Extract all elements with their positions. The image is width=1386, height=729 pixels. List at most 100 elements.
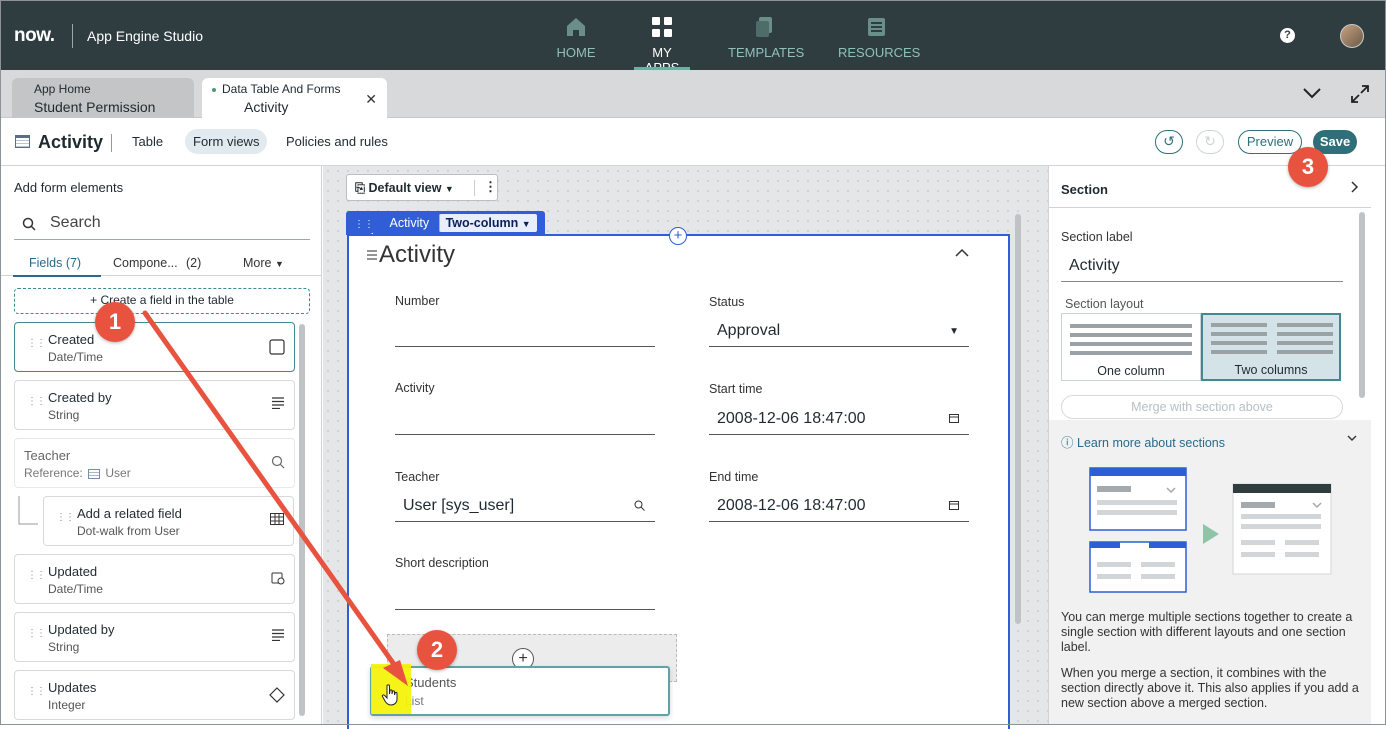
merge-section-button[interactable]: Merge with section above bbox=[1061, 395, 1343, 419]
drag-handle-icon[interactable]: ⋮⋮ bbox=[56, 513, 75, 523]
section-label-input[interactable]: Activity bbox=[1061, 252, 1343, 282]
number-field[interactable] bbox=[395, 315, 655, 347]
tab-table[interactable]: Table bbox=[124, 129, 171, 154]
field-type: Reference: User bbox=[24, 466, 131, 480]
tab-components-count: (2) bbox=[186, 256, 202, 270]
avatar[interactable] bbox=[1340, 24, 1364, 48]
caret-down-icon: ▼ bbox=[444, 184, 454, 194]
checkbox-icon bbox=[269, 339, 285, 355]
status-select[interactable]: Approval ▼ bbox=[709, 315, 969, 347]
field-label-teacher: Teacher bbox=[395, 470, 440, 484]
end-time-value: 2008-12-06 18:47:00 bbox=[717, 497, 866, 514]
now-logo[interactable]: now. bbox=[14, 25, 55, 47]
view-dropdown[interactable]: ⎘ Default view ▼ ⋮ bbox=[346, 174, 498, 201]
tab-policies-rules[interactable]: Policies and rules bbox=[278, 129, 396, 154]
start-time-field[interactable]: 2008-12-06 18:47:00 bbox=[709, 403, 969, 435]
tab-subtitle: Activity bbox=[244, 99, 289, 115]
learn-more-link[interactable]: ⓘ Learn more about sections bbox=[1061, 432, 1225, 451]
search-icon bbox=[271, 455, 285, 469]
divider bbox=[474, 180, 475, 196]
field-type: Integer bbox=[48, 698, 86, 712]
scrollbar[interactable] bbox=[1359, 212, 1365, 398]
tab-more[interactable]: More ▼ bbox=[243, 256, 284, 270]
dragged-field-card[interactable]: Students List bbox=[370, 666, 670, 716]
section-label-caption: Section label bbox=[1061, 230, 1133, 244]
tab-data-table-forms[interactable]: Data Table And Forms Activity ✕ bbox=[202, 78, 387, 118]
preview-button[interactable]: Preview bbox=[1238, 130, 1302, 154]
section-tag[interactable]: ⋮⋮ Activity Two-column ▼ ⋮ bbox=[346, 211, 545, 245]
field-card-teacher[interactable]: Teacher Reference: User bbox=[14, 438, 295, 488]
layout-option-label: Two columns bbox=[1234, 363, 1308, 377]
field-card-created[interactable]: ⋮⋮ Created Date/Time bbox=[14, 322, 295, 372]
close-icon[interactable]: ✕ bbox=[365, 91, 377, 108]
logo-divider bbox=[72, 24, 73, 48]
tab-fields[interactable]: Fields (7) bbox=[12, 256, 102, 277]
layout-bar bbox=[1211, 350, 1267, 354]
field-label-number: Number bbox=[395, 294, 440, 308]
chevron-down-icon[interactable] bbox=[1302, 86, 1322, 100]
activity-field[interactable] bbox=[395, 403, 655, 435]
drag-lines-icon[interactable] bbox=[367, 250, 377, 260]
search-input[interactable]: Search bbox=[14, 206, 310, 240]
add-section-plus-icon[interactable]: + bbox=[669, 227, 687, 245]
nav-home-label: HOME bbox=[556, 45, 596, 60]
layout-bar bbox=[1211, 341, 1267, 345]
section-layout-dropdown[interactable]: Two-column ▼ bbox=[438, 214, 537, 232]
search-icon[interactable] bbox=[634, 500, 645, 511]
nav-my-apps[interactable]: MY APPS bbox=[634, 10, 690, 75]
short-description-field[interactable] bbox=[395, 578, 655, 610]
field-card-updated-by[interactable]: ⋮⋮ Updated by String bbox=[14, 612, 295, 662]
ref-table: User bbox=[105, 466, 131, 480]
chevron-right-icon[interactable] bbox=[1349, 181, 1359, 193]
tab-components[interactable]: Compone... bbox=[113, 256, 178, 270]
drag-handle-icon[interactable]: ⋮⋮ bbox=[27, 629, 46, 639]
layout-bar bbox=[1277, 323, 1333, 327]
field-name: Updated by bbox=[48, 622, 115, 637]
field-label-start-time: Start time bbox=[709, 382, 763, 396]
nav-templates[interactable]: TEMPLATES bbox=[728, 10, 804, 70]
scrollbar[interactable] bbox=[1015, 214, 1021, 624]
drag-handle-icon[interactable]: ⋮⋮ bbox=[27, 571, 46, 581]
help-text-merge-detail: When you merge a section, it combines wi… bbox=[1061, 666, 1359, 710]
tab-more-label: More bbox=[243, 256, 272, 270]
end-time-field[interactable]: 2008-12-06 18:47:00 bbox=[709, 490, 969, 522]
panel-title: Section bbox=[1061, 182, 1108, 197]
field-card-created-by[interactable]: ⋮⋮ Created by String bbox=[14, 380, 295, 430]
calendar-icon[interactable] bbox=[949, 413, 959, 423]
tab-title: Data Table And Forms bbox=[212, 82, 377, 96]
redo-button[interactable]: ↻ bbox=[1196, 130, 1224, 154]
chevron-up-icon[interactable] bbox=[955, 248, 969, 258]
field-card-updates[interactable]: ⋮⋮ Updates Integer bbox=[14, 670, 295, 720]
drag-handle-icon[interactable]: ⋮⋮ bbox=[354, 219, 374, 230]
status-value: Approval bbox=[717, 322, 781, 339]
drag-handle-icon[interactable]: ⋮⋮ bbox=[27, 397, 46, 407]
tab-app-home[interactable]: App Home Student Permission bbox=[12, 78, 194, 118]
chevron-down-icon[interactable] bbox=[1347, 434, 1357, 442]
tab-form-views[interactable]: Form views bbox=[185, 129, 268, 154]
drag-handle-icon[interactable]: ⋮⋮ bbox=[27, 339, 46, 349]
section-layout-caption: Section layout bbox=[1065, 297, 1144, 311]
expand-icon[interactable] bbox=[1350, 84, 1370, 104]
layout-one-column[interactable]: One column bbox=[1061, 313, 1201, 381]
field-card-add-related[interactable]: ⋮⋮ Add a related field Dot-walk from Use… bbox=[43, 496, 294, 546]
drag-handle-icon[interactable]: ⋮⋮ bbox=[27, 687, 46, 697]
kebab-menu-icon[interactable]: ⋮ bbox=[484, 179, 497, 195]
field-name: Students bbox=[405, 675, 457, 690]
layout-bar bbox=[1070, 333, 1192, 337]
scrollbar[interactable] bbox=[299, 324, 305, 716]
help-icon[interactable]: ? bbox=[1280, 28, 1295, 43]
view-icon: ⎘ bbox=[355, 181, 366, 195]
create-field-button[interactable]: + Create a field in the table bbox=[14, 288, 310, 314]
calendar-clock-icon bbox=[271, 572, 285, 585]
nav-home[interactable]: HOME bbox=[552, 10, 600, 70]
field-type: String bbox=[48, 408, 80, 422]
teacher-field[interactable]: User [sys_user] bbox=[395, 490, 655, 522]
undo-button[interactable]: ↺ bbox=[1155, 130, 1183, 154]
add-form-elements-panel: Add form elements Search Fields (7) Comp… bbox=[0, 166, 322, 725]
layout-two-columns[interactable]: Two columns bbox=[1201, 313, 1341, 381]
layout-bar bbox=[1070, 342, 1192, 346]
field-card-updated[interactable]: ⋮⋮ Updated Date/Time bbox=[14, 554, 295, 604]
nav-resources[interactable]: RESOURCES bbox=[838, 10, 920, 70]
calendar-icon[interactable] bbox=[949, 500, 959, 510]
layout-bar bbox=[1211, 323, 1267, 327]
